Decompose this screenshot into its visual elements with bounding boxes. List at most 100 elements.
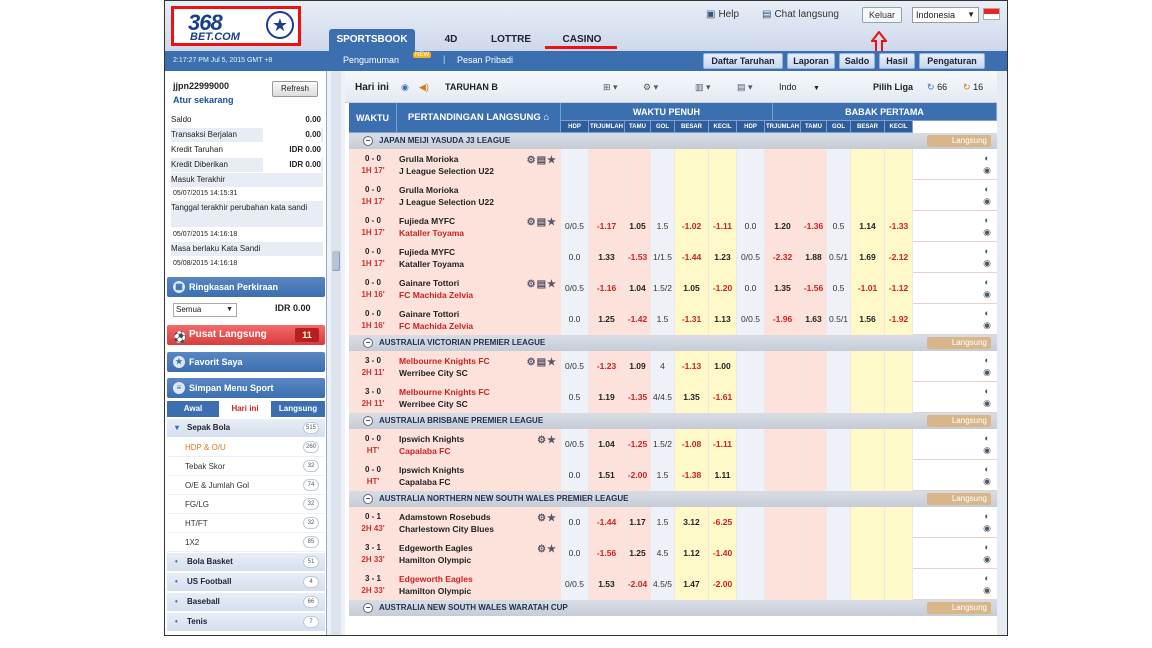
scrollbar-thumb[interactable] <box>332 251 340 271</box>
odds-price[interactable]: -1.25 <box>625 429 651 460</box>
odds-price[interactable]: -1.96 <box>765 304 801 335</box>
more-options-icon[interactable]: ◐ ◉ <box>981 276 993 302</box>
soccer-sub-1x2[interactable]: 1X2 85 <box>167 533 325 552</box>
odds-price[interactable]: -1.61 <box>709 382 737 413</box>
more-options-icon[interactable]: ◐ ◉ <box>981 432 993 458</box>
odds-price[interactable]: 1.04 <box>625 273 651 304</box>
league-header[interactable]: − AUSTRALIA NORTHERN NEW SOUTH WALES PREM… <box>349 491 997 507</box>
refresh-live-button[interactable]: ↻ 66 <box>927 82 947 93</box>
odds-price[interactable]: -1.44 <box>675 242 709 273</box>
odds-price[interactable]: -2.12 <box>885 242 913 273</box>
live-center-button[interactable]: ⚽ Pusat Langsung 11 <box>167 325 325 345</box>
odds-price[interactable]: -1.38 <box>675 460 709 491</box>
soccer-sub-correct-score[interactable]: Tebak Skor 32 <box>167 457 325 476</box>
odds-price[interactable]: -1.56 <box>801 273 827 304</box>
collapse-icon[interactable]: − <box>363 494 373 504</box>
odds-price[interactable]: -2.00 <box>625 460 651 491</box>
language-select[interactable]: Indonesia ▼ <box>912 7 979 23</box>
sidebar-scrollbar[interactable] <box>331 71 341 635</box>
chat-link[interactable]: ▤ Chat langsung <box>762 9 839 20</box>
match-tools-icon[interactable]: ⚙★ <box>537 435 557 447</box>
odds-price[interactable]: 1.19 <box>589 382 625 413</box>
league-header[interactable]: − AUSTRALIA VICTORIAN PREMIER LEAGUE Langs… <box>349 335 997 351</box>
collapse-icon[interactable]: − <box>363 338 373 348</box>
odds-price[interactable]: 1.56 <box>851 304 885 335</box>
subtab-today[interactable]: Hari ini <box>219 401 271 417</box>
main-scrollbar[interactable] <box>997 71 1007 635</box>
sport-basketball[interactable]: • Bola Basket 51 <box>167 553 325 571</box>
odds-price[interactable]: 1.47 <box>675 569 709 600</box>
odds-type-select[interactable]: Indo ▼ <box>779 82 820 92</box>
soccer-sub-fglg[interactable]: FG/LG 32 <box>167 495 325 514</box>
odds-price[interactable]: -1.11 <box>709 429 737 460</box>
odds-price[interactable]: 1.05 <box>625 211 651 242</box>
tab-sportsbook[interactable]: SPORTSBOOK <box>329 29 415 51</box>
more-options-icon[interactable]: ◐ ◉ <box>981 307 993 333</box>
league-header[interactable]: − AUSTRALIA NEW SOUTH WALES WARATAH CUP La… <box>349 600 997 616</box>
odds-price[interactable]: 1.17 <box>625 507 651 538</box>
odds-price[interactable]: -1.17 <box>589 211 625 242</box>
odds-price[interactable]: -1.92 <box>885 304 913 335</box>
odds-price[interactable]: -1.35 <box>625 382 651 413</box>
more-options-icon[interactable]: ◐ ◉ <box>981 152 993 178</box>
soccer-sub-hdp[interactable]: HDP & O/U 260 <box>167 438 325 457</box>
setup-now-link[interactable]: Atur sekarang <box>173 95 234 105</box>
collapse-icon[interactable]: − <box>363 416 373 426</box>
odds-price[interactable]: -1.01 <box>851 273 885 304</box>
sport-soccer[interactable]: ▾ Sepak Bola 515 <box>167 419 325 437</box>
odds-price[interactable]: -1.12 <box>885 273 913 304</box>
refresh-circle-icon[interactable]: ◉ <box>401 82 409 93</box>
more-options-icon[interactable]: ◐ ◉ <box>981 183 993 209</box>
odds-price[interactable]: 1.00 <box>709 351 737 382</box>
odds-price[interactable]: 1.23 <box>709 242 737 273</box>
odds-price[interactable]: 1.53 <box>589 569 625 600</box>
layout-icon[interactable]: ⊞ ▾ <box>603 82 618 93</box>
more-options-icon[interactable]: ◐ ◉ <box>981 245 993 271</box>
odds-price[interactable]: -1.02 <box>675 211 709 242</box>
odds-price[interactable]: 1.69 <box>851 242 885 273</box>
odds-price[interactable]: 1.05 <box>675 273 709 304</box>
odds-price[interactable]: 1.14 <box>851 211 885 242</box>
more-options-icon[interactable]: ◐ ◉ <box>981 214 993 240</box>
refresh-button[interactable]: Refresh <box>272 81 318 97</box>
odds-price[interactable]: 1.25 <box>625 538 651 569</box>
odds-price[interactable]: 1.04 <box>589 429 625 460</box>
odds-price[interactable]: 1.09 <box>625 351 651 382</box>
help-link[interactable]: ▣ Help <box>706 9 739 20</box>
sound-icon[interactable]: ◀) <box>419 82 429 93</box>
soccer-sub-oe[interactable]: O/E & Jumlah Gol 74 <box>167 476 325 495</box>
favorites-header[interactable]: ★ Favorit Saya <box>167 352 325 372</box>
estimate-select[interactable]: Semua ▼ <box>173 303 237 317</box>
odds-price[interactable]: 1.35 <box>765 273 801 304</box>
select-league-button[interactable]: Pilih Liga <box>873 82 913 92</box>
more-options-icon[interactable]: ◐ ◉ <box>981 541 993 567</box>
odds-price[interactable]: -1.08 <box>675 429 709 460</box>
odds-price[interactable]: 1.51 <box>589 460 625 491</box>
league-header[interactable]: − AUSTRALIA BRISBANE PREMIER LEAGUE Langsu… <box>349 413 997 429</box>
refresh-today-button[interactable]: ↻ 16 <box>963 82 983 93</box>
odds-price[interactable]: -1.53 <box>625 242 651 273</box>
estimate-summary-header[interactable]: ▦ Ringkasan Perkiraan <box>167 277 325 297</box>
match-tools-icon[interactable]: ⚙▤★ <box>527 217 557 229</box>
site-logo[interactable]: 368 BET.COM ★ <box>171 6 301 46</box>
tab-lottre[interactable]: LOTTRE <box>483 29 539 51</box>
balance-button[interactable]: Saldo <box>839 53 875 69</box>
results-button[interactable]: Hasil <box>879 53 915 69</box>
gear-icon[interactable]: ⚙ ▾ <box>643 82 658 93</box>
logout-button[interactable]: Keluar <box>862 7 902 23</box>
league-header[interactable]: − JAPAN MEIJI YASUDA J3 LEAGUE Langsung <box>349 133 997 149</box>
odds-price[interactable]: -1.42 <box>625 304 651 335</box>
odds-price[interactable]: -1.31 <box>675 304 709 335</box>
more-options-icon[interactable]: ◐ ◉ <box>981 572 993 598</box>
odds-price[interactable]: -1.23 <box>589 351 625 382</box>
odds-price[interactable]: -1.13 <box>675 351 709 382</box>
odds-price[interactable]: -1.20 <box>709 273 737 304</box>
more-options-icon[interactable]: ◐ ◉ <box>981 510 993 536</box>
document-icon[interactable]: ▥ ▾ <box>695 82 711 93</box>
odds-price[interactable]: -1.44 <box>589 507 625 538</box>
odds-price[interactable]: -1.33 <box>885 211 913 242</box>
announcement-link[interactable]: Pengumuman <box>343 55 399 65</box>
odds-price[interactable]: 1.20 <box>765 211 801 242</box>
list-icon[interactable]: ▤ ▾ <box>737 82 753 93</box>
more-options-icon[interactable]: ◐ ◉ <box>981 354 993 380</box>
